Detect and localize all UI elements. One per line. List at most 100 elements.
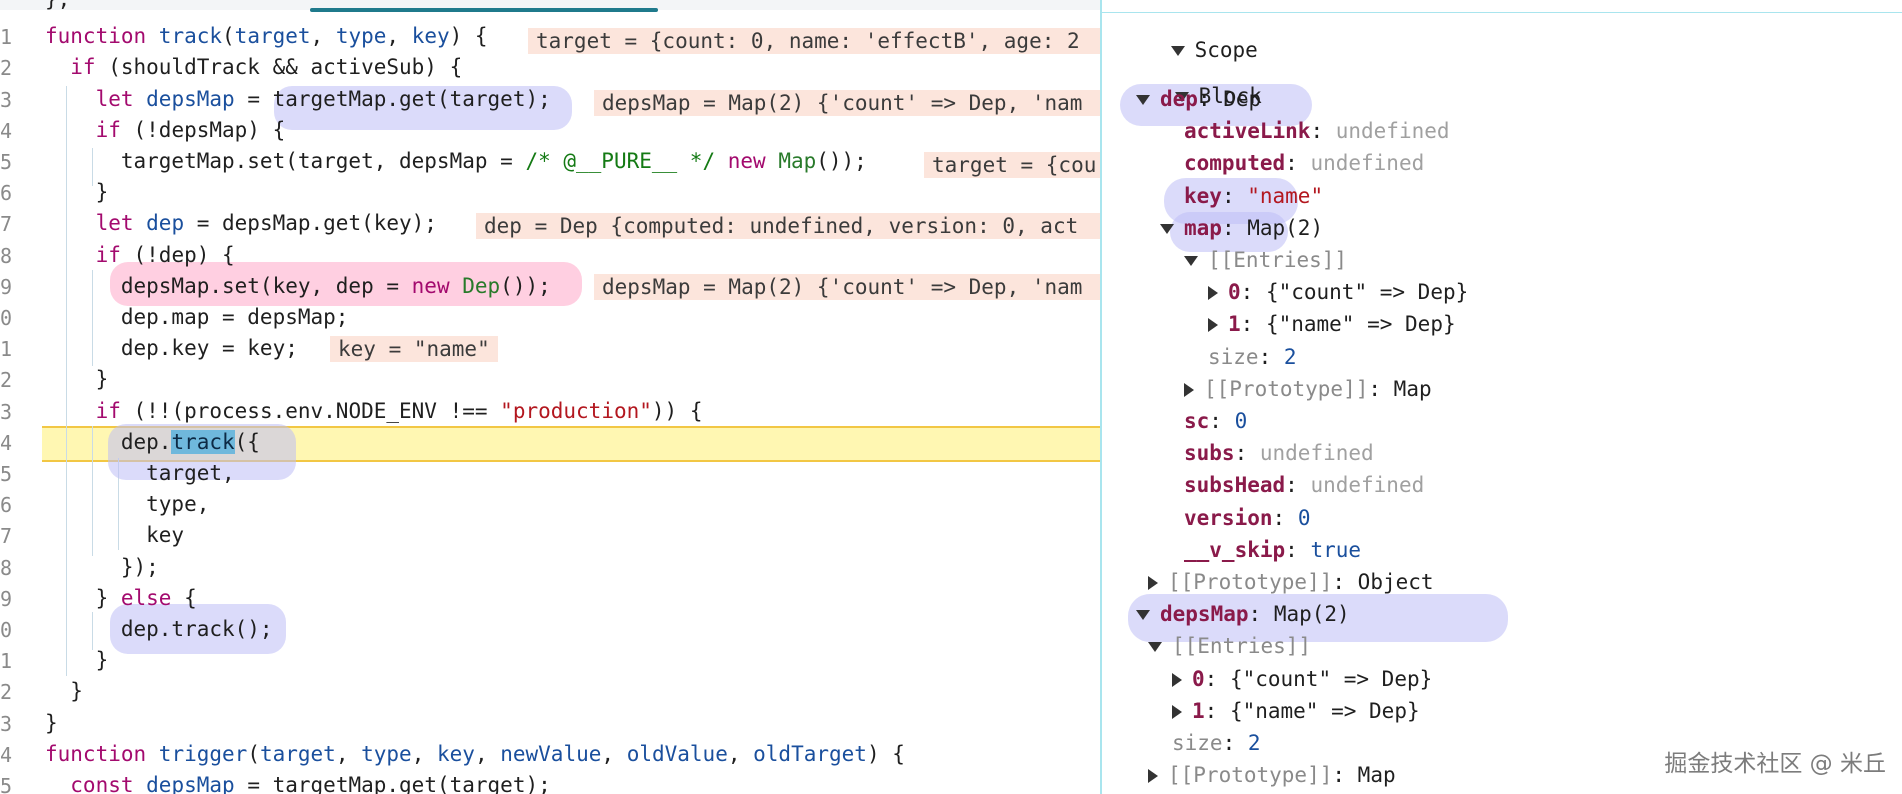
line-number[interactable]: 1 [0,649,20,673]
line-number[interactable]: 8 [0,244,20,268]
line-number[interactable]: 6 [0,493,20,517]
scope-property-proto3[interactable]: [[Prototype]]: Map [1148,760,1396,791]
code-token: let [45,211,147,236]
scope-property-vskip[interactable]: __v_skip: true [1184,535,1361,566]
scope-property-sc[interactable]: sc: 0 [1184,406,1247,437]
code-token: = targetMap.get(target); [234,86,551,111]
code-line: function track(target, type, key) { [45,21,488,52]
line-number[interactable]: 5 [0,462,20,486]
line-number[interactable]: 8 [0,556,20,580]
line-number[interactable]: 1 [0,337,20,361]
line-number[interactable]: 2 [0,680,20,704]
property-value: Object [1357,570,1434,594]
line-number[interactable]: 5 [0,150,20,174]
scope-property-e0[interactable]: 0: {"count" => Dep} [1208,277,1468,308]
scope-property-depsMap[interactable]: depsMap: Map(2) [1136,599,1350,630]
code-token: = targetMap.get(target); [234,773,551,794]
code-token: trigger [158,741,248,766]
active-editor-tab-indicator[interactable] [310,8,658,12]
collapse-triangle-icon[interactable] [1136,95,1150,105]
scope-property-version[interactable]: version: 0 [1184,503,1310,534]
code-line: let dep = depsMap.get(key); [45,208,437,239]
code-token: dep. [45,429,172,454]
scope-property-proto2[interactable]: [[Prototype]]: Object [1148,567,1434,598]
property-separator: : [1258,344,1284,369]
code-line: } [45,177,109,208]
line-number[interactable]: 5 [0,774,20,794]
line-number[interactable]: 3 [0,88,20,112]
line-number[interactable]: 0 [0,618,20,642]
scope-property-f1[interactable]: 1: {"name" => Dep} [1172,696,1420,727]
property-value: {"count" => Dep} [1229,666,1433,691]
scope-section-header[interactable]: Scope [1120,4,1258,62]
line-number[interactable]: 7 [0,212,20,236]
scope-property-subsHead[interactable]: subsHead: undefined [1184,470,1424,501]
property-separator: : [1248,602,1274,627]
scope-property-e1[interactable]: 1: {"name" => Dep} [1208,309,1456,340]
expand-triangle-icon[interactable] [1172,672,1182,687]
scope-property-f0[interactable]: 0: {"count" => Dep} [1172,664,1432,695]
expand-triangle-icon[interactable] [1208,318,1218,333]
scope-property-proto1[interactable]: [[Prototype]]: Map [1184,374,1432,405]
line-number[interactable]: 0 [0,306,20,330]
scope-property-computed[interactable]: computed: undefined [1184,148,1424,179]
collapse-triangle-icon[interactable] [1148,642,1162,653]
expand-triangle-icon[interactable] [1148,769,1158,784]
expand-triangle-icon[interactable] [1148,576,1158,590]
code-token: ()); [816,149,867,173]
expand-triangle-icon[interactable] [1208,286,1218,301]
scope-property-dep[interactable]: dep: Dep [1136,84,1261,115]
code-token: const [45,773,147,794]
scope-property-key[interactable]: key: "name" [1184,181,1323,212]
property-key: computed [1184,151,1286,176]
property-value: undefined [1259,441,1374,466]
scope-property-map[interactable]: map: Map(2) [1160,213,1323,244]
code-token: , [386,24,412,49]
scope-property-entries2[interactable]: [[Entries]] [1148,631,1311,662]
line-number[interactable]: 6 [0,181,20,205]
code-line: dep.track({ [45,427,260,458]
collapse-triangle-icon[interactable] [1160,223,1174,234]
property-key: 1 [1192,698,1205,723]
line-number[interactable]: 4 [0,431,20,455]
property-value: undefined [1310,473,1425,498]
inline-value-target: target = {count: 0, name: 'effectB', age… [528,28,1100,54]
code-line: depsMap.set(key, dep = new Dep()); [45,271,551,302]
property-value: 0 [1297,505,1311,530]
expand-triangle-icon[interactable] [1172,704,1182,719]
property-separator: : [1368,376,1394,401]
code-token: (!depsMap) { [133,117,286,142]
property-separator: : [1310,119,1336,144]
line-number[interactable]: 2 [0,368,20,392]
code-token: /* @__PURE__ */ [525,149,716,173]
collapse-triangle-icon[interactable] [1184,256,1198,266]
code-line: dep.map = depsMap; [45,302,349,333]
line-number[interactable]: 1 [0,25,20,49]
line-number[interactable]: 9 [0,275,20,299]
line-number[interactable]: 3 [0,400,20,424]
scope-property-entries1[interactable]: [[Entries]] [1184,245,1347,276]
property-key: size [1208,344,1259,369]
collapse-triangle-icon[interactable] [1136,610,1150,621]
scope-panel[interactable]: Scope Block dep: Dep activeLink: undefine… [1100,0,1902,794]
line-number[interactable]: 9 [0,587,20,611]
scope-block-header[interactable]: Block [1124,50,1262,108]
property-value: Map [1357,763,1396,788]
line-number[interactable]: 4 [0,119,20,143]
line-number[interactable]: 4 [0,743,20,767]
property-separator: : [1285,537,1311,562]
code-token: }); [45,554,159,579]
scope-property-activeLink[interactable]: activeLink: undefined [1184,116,1450,147]
line-number[interactable]: 7 [0,524,20,548]
property-key: size [1172,731,1223,755]
code-token: type, [45,492,210,517]
property-key: [[Prototype]] [1168,570,1333,594]
scope-property-size1[interactable]: size: 2 [1208,342,1297,373]
scope-property-size2[interactable]: size: 2 [1172,728,1261,759]
line-number[interactable]: 3 [0,712,20,736]
source-editor[interactable]: 1 2 3 4 5 6 7 8 9 0 1 2 3 4 5 6 7 8 9 0 1 2 3 4 5 },function tra… [0,0,1100,794]
line-number[interactable]: 2 [0,56,20,80]
scope-property-subs[interactable]: subs: undefined [1184,438,1374,469]
expand-triangle-icon[interactable] [1184,382,1194,397]
property-key: map [1184,215,1222,240]
